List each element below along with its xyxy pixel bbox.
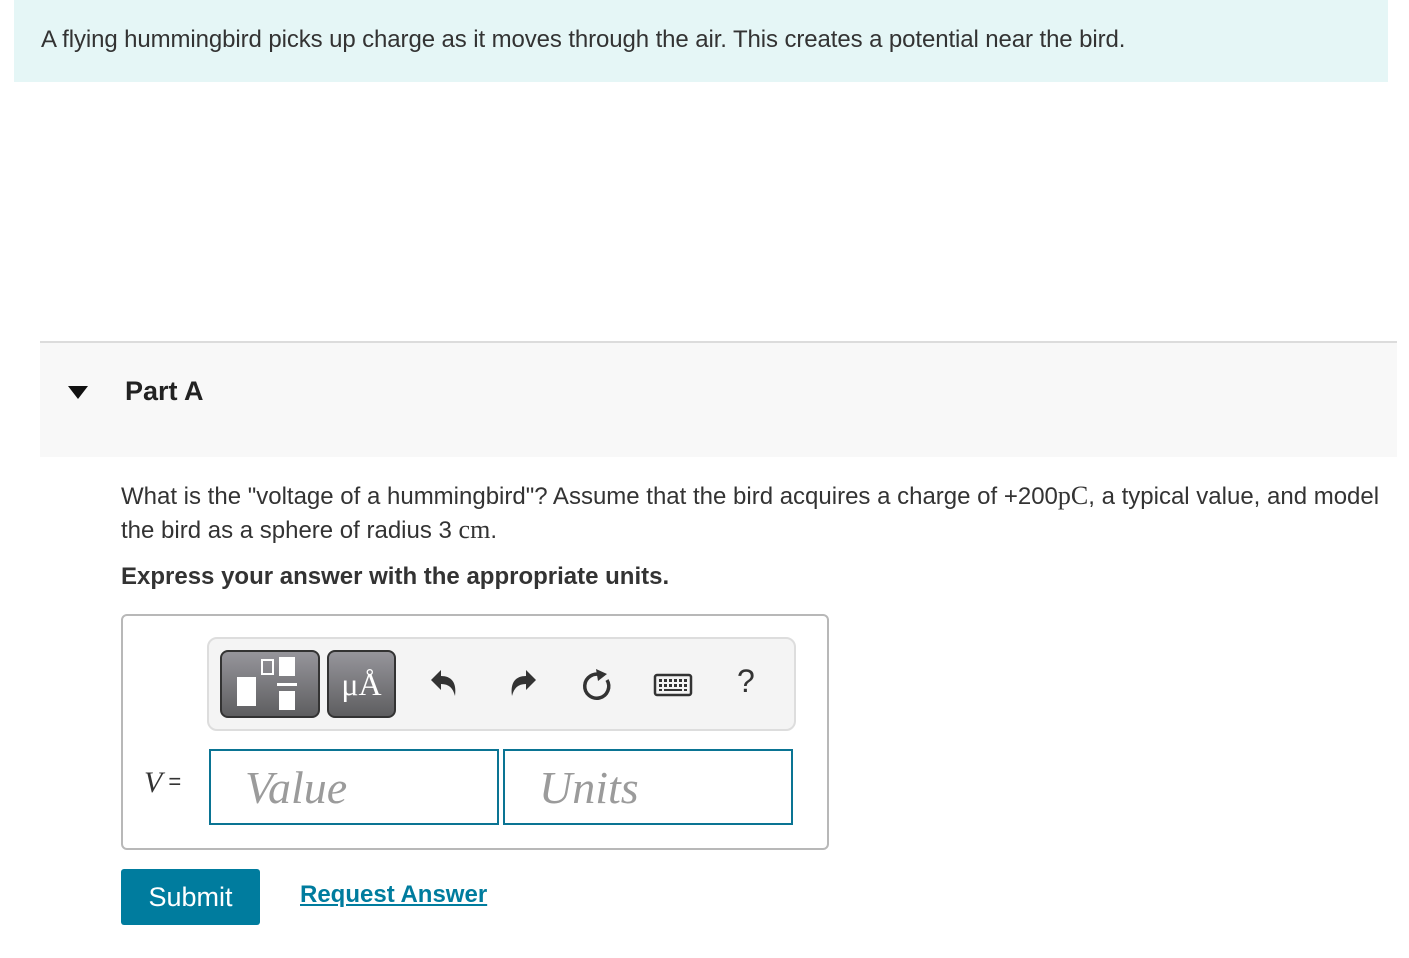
problem-intro: A flying hummingbird picks up charge as … bbox=[14, 0, 1388, 82]
units-button[interactable]: μÅ bbox=[327, 650, 396, 718]
units-field[interactable] bbox=[503, 749, 793, 825]
part-title: Part A bbox=[125, 376, 204, 406]
submit-button[interactable]: Submit bbox=[121, 869, 260, 925]
redo-icon[interactable] bbox=[504, 666, 540, 702]
intro-text: A flying hummingbird picks up charge as … bbox=[41, 26, 1126, 53]
request-answer-link[interactable]: Request Answer bbox=[300, 881, 487, 909]
question-text-start: What is the "voltage of a hummingbird"? … bbox=[121, 483, 1058, 510]
part-a-header[interactable]: Part A bbox=[40, 341, 1397, 457]
value-field[interactable] bbox=[209, 749, 499, 825]
templates-button[interactable] bbox=[220, 650, 320, 718]
units-icon: μÅ bbox=[341, 666, 382, 702]
value-input[interactable] bbox=[211, 751, 497, 823]
equals-sign: = bbox=[168, 769, 182, 794]
variable-symbol: V bbox=[144, 766, 163, 799]
help-icon[interactable]: ? bbox=[737, 663, 755, 700]
radius-unit: cm bbox=[458, 515, 491, 544]
reset-icon[interactable] bbox=[579, 666, 615, 702]
question-text-end: . bbox=[490, 517, 497, 544]
units-input[interactable] bbox=[505, 751, 791, 823]
math-toolbar: μÅ ? bbox=[207, 637, 796, 731]
collapse-triangle-icon[interactable] bbox=[67, 383, 89, 401]
keyboard-icon[interactable] bbox=[653, 666, 693, 702]
answer-instruction: Express your answer with the appropriate… bbox=[121, 563, 670, 590]
fraction-template-icon bbox=[237, 657, 297, 710]
charge-unit: pC bbox=[1057, 481, 1089, 510]
variable-label: V = bbox=[144, 766, 181, 800]
question-text: What is the "voltage of a hummingbird"? … bbox=[121, 479, 1381, 547]
undo-icon[interactable] bbox=[427, 666, 463, 702]
